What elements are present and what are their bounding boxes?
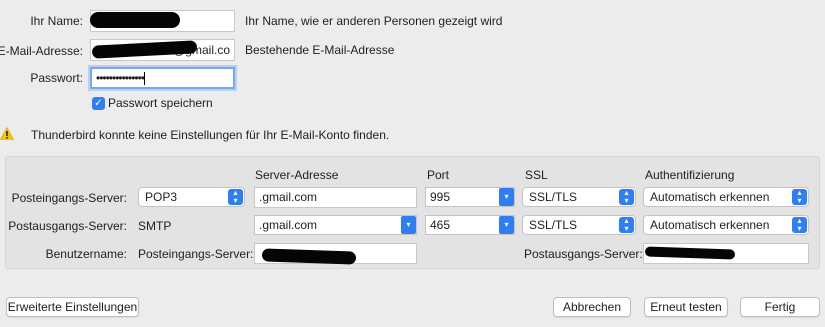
- outgoing-ssl-value: SSL/TLS: [529, 218, 578, 232]
- password-label: Passwort:: [30, 71, 83, 85]
- outgoing-port-value: 465: [430, 218, 451, 232]
- updown-arrow-icon: ▴ ▾: [619, 189, 634, 205]
- header-port: Port: [427, 168, 450, 182]
- name-redaction: [90, 12, 180, 28]
- chevron-down-icon: ▾: [499, 188, 514, 206]
- name-label: Ihr Name:: [30, 14, 83, 28]
- outgoing-auth-value: Automatisch erkennen: [650, 218, 770, 232]
- warning-triangle-icon: [0, 127, 14, 140]
- outgoing-address-value: .gmail.com: [259, 218, 318, 232]
- password-input[interactable]: •••••••••••••••: [90, 67, 235, 89]
- username-label: Benutzername:: [45, 247, 127, 261]
- name-hint: Ihr Name, wie er anderen Personen gezeig…: [245, 14, 503, 28]
- outgoing-protocol-value: SMTP: [138, 219, 172, 233]
- incoming-ssl-value: SSL/TLS: [529, 190, 578, 204]
- updown-arrow-icon: ▴ ▾: [792, 217, 807, 233]
- outgoing-auth-select[interactable]: Automatisch erkennen ▴ ▾: [643, 215, 809, 235]
- incoming-address-input[interactable]: .gmail.com: [254, 187, 417, 208]
- incoming-port-value: 995: [430, 190, 451, 204]
- outgoing-server-label: Postausgangs-Server:: [8, 219, 127, 233]
- outgoing-address-combo[interactable]: .gmail.com ▾: [254, 215, 417, 235]
- email-label: E-Mail-Adresse:: [0, 44, 83, 58]
- incoming-auth-value: Automatisch erkennen: [650, 190, 770, 204]
- done-button[interactable]: Fertig: [740, 297, 820, 317]
- remember-password-label[interactable]: Passwort speichern: [108, 96, 213, 110]
- outgoing-port-combo[interactable]: 465 ▾: [425, 215, 515, 235]
- incoming-address-value: .gmail.com: [259, 190, 318, 204]
- outgoing-ssl-select[interactable]: SSL/TLS ▴ ▾: [522, 215, 636, 235]
- email-hint: Bestehende E-Mail-Adresse: [245, 43, 395, 57]
- warning-text: Thunderbird konnte keine Einstellungen f…: [31, 128, 390, 142]
- retest-button[interactable]: Erneut testen: [644, 297, 728, 317]
- incoming-auth-select[interactable]: Automatisch erkennen ▴ ▾: [643, 187, 809, 207]
- updown-arrow-icon: ▴ ▾: [619, 217, 634, 233]
- header-ssl: SSL: [525, 168, 548, 182]
- advanced-settings-button[interactable]: Erweiterte Einstellungen: [6, 297, 139, 317]
- updown-arrow-icon: ▴ ▾: [792, 189, 807, 205]
- remember-password-checkbox[interactable]: ✓: [92, 97, 105, 110]
- username-incoming-label: Posteingangs-Server:: [138, 247, 254, 261]
- header-server-address: Server-Adresse: [255, 168, 339, 182]
- incoming-protocol-value: POP3: [145, 190, 178, 204]
- incoming-server-label: Posteingangs-Server:: [11, 191, 127, 205]
- cancel-button[interactable]: Abbrechen: [553, 297, 631, 317]
- incoming-port-combo[interactable]: 995 ▾: [425, 187, 515, 207]
- updown-arrow-icon: ▴ ▾: [228, 189, 243, 205]
- incoming-protocol-select[interactable]: POP3 ▴ ▾: [138, 187, 245, 207]
- chevron-down-icon: ▾: [401, 216, 416, 234]
- chevron-down-icon: ▾: [499, 216, 514, 234]
- incoming-ssl-select[interactable]: SSL/TLS ▴ ▾: [522, 187, 636, 207]
- header-auth: Authentifizierung: [645, 168, 735, 182]
- username-outgoing-label: Postausgangs-Server:: [524, 247, 643, 261]
- password-value: •••••••••••••••: [96, 71, 145, 85]
